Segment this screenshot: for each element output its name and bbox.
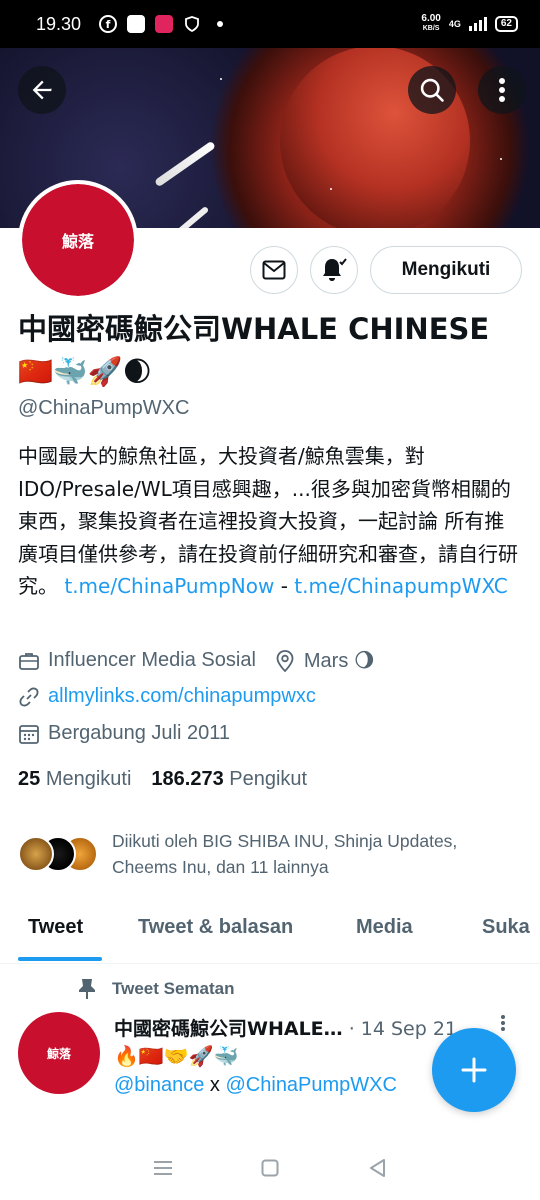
- more-vertical-icon: [499, 78, 505, 102]
- tweet-date: · 14 Sep 21: [348, 1018, 458, 1040]
- home-button[interactable]: [259, 1157, 281, 1179]
- banner-rocket-2: [174, 205, 210, 228]
- pinned-tweet-header: Tweet Sematan: [78, 978, 235, 1000]
- profile-join-date: Bergabung Juli 2011: [48, 722, 230, 744]
- display-name: 中國密碼鯨公司WHALE CHINESE: [18, 312, 490, 346]
- facebook-notification-icon: f: [99, 15, 118, 33]
- app-notification-icon-2: [155, 15, 174, 33]
- tweet-more-button[interactable]: [500, 1014, 506, 1038]
- system-navigation-bar: [0, 1136, 540, 1200]
- more-notifications-dot-icon: [217, 21, 224, 27]
- tweet-header: 中國密碼鯨公司WHALE… · 14 Sep 21: [114, 1014, 494, 1041]
- square-icon: [261, 1159, 279, 1177]
- status-time: 19.30: [36, 13, 82, 34]
- bio-separator: -: [274, 574, 295, 598]
- profile-meta-row-2: allmylinks.com/chinapumpwxc: [18, 685, 316, 708]
- system-back-button[interactable]: [366, 1157, 388, 1179]
- tweet-text: @binance x @ChinaPumpWXC: [114, 1074, 397, 1097]
- location-pin-icon: [274, 649, 296, 672]
- pin-icon: [79, 979, 95, 999]
- mail-icon: [262, 260, 286, 280]
- more-options-button[interactable]: [478, 66, 526, 114]
- plus-icon: [461, 1057, 487, 1083]
- username-handle: @ChinaPumpWXC: [18, 397, 190, 419]
- profile-category: Influencer Media Sosial: [48, 649, 256, 671]
- battery-icon: 62: [494, 16, 518, 32]
- tweet-emoji: 🔥🇨🇳🤝🚀🐳: [114, 1044, 239, 1068]
- calendar-icon: [18, 723, 40, 745]
- shield-icon: [183, 15, 201, 33]
- followers-link[interactable]: 186.273 Pengikut: [151, 768, 307, 790]
- banner-rocket: [154, 140, 216, 188]
- link-icon: [18, 686, 40, 708]
- avatar-logo-text: 鯨落: [43, 205, 113, 275]
- pinned-label: Tweet Sematan: [112, 979, 235, 998]
- following-button[interactable]: Mengikuti: [370, 246, 522, 294]
- tab-likes[interactable]: Suka: [482, 900, 530, 939]
- compose-tweet-button[interactable]: [432, 1028, 516, 1112]
- profile-tabs: Tweet Tweet & balasan Media Suka: [0, 900, 540, 964]
- followers-label: Pengikut: [229, 768, 308, 790]
- followed-by-row[interactable]: Diikuti oleh BIG SHIBA INU, Shinja Updat…: [18, 828, 512, 880]
- tweet-mention-chinapump[interactable]: @ChinaPumpWXC: [226, 1074, 397, 1096]
- network-speed: 6.00 KB/S: [421, 13, 441, 33]
- tweet-mention-binance[interactable]: @binance: [114, 1074, 204, 1096]
- menu-lines-icon: [154, 1161, 173, 1175]
- back-button[interactable]: [18, 66, 66, 114]
- profile-location: Mars 🌖: [303, 650, 375, 672]
- bell-plus-icon: [323, 258, 347, 281]
- tweet-author-name[interactable]: 中國密碼鯨公司WHALE…: [114, 1018, 343, 1040]
- display-name-emoji: 🇨🇳🐳🚀🌒: [18, 355, 152, 388]
- app-notification-icon: [127, 15, 146, 33]
- message-button[interactable]: [250, 246, 298, 294]
- follower-avatar: [18, 836, 54, 872]
- tab-tweets[interactable]: Tweet: [28, 900, 83, 939]
- profile-avatar[interactable]: 鯨落: [18, 180, 138, 300]
- bio-link-telegram-2[interactable]: t.me/ChinapumpWXC: [294, 574, 507, 598]
- bio-link-telegram-1[interactable]: t.me/ChinaPumpNow: [64, 574, 274, 598]
- profile-website-link[interactable]: allmylinks.com/chinapumpwxc: [48, 685, 316, 708]
- notification-button[interactable]: [310, 246, 358, 294]
- signal-icon: [468, 17, 487, 31]
- status-bar: 19.30 f 6.00 KB/S 4G 62: [0, 0, 540, 48]
- following-link[interactable]: 25 Mengikuti: [18, 768, 131, 790]
- network-type: 4G: [448, 19, 461, 29]
- profile-meta-row-1: Influencer Media Sosial Mars 🌖: [18, 648, 375, 673]
- briefcase-icon: [18, 650, 40, 672]
- profile-meta-row-3: Bergabung Juli 2011: [18, 722, 230, 745]
- following-label: Mengikuti: [45, 768, 132, 790]
- tab-media[interactable]: Media: [356, 900, 413, 939]
- followers-count: 186.273: [151, 768, 224, 790]
- more-vertical-icon: [501, 1015, 505, 1031]
- back-arrow-icon: [32, 80, 52, 100]
- search-button[interactable]: [408, 66, 456, 114]
- following-count: 25: [18, 768, 41, 790]
- tweet-connector: x: [204, 1074, 226, 1096]
- search-icon: [420, 78, 444, 102]
- triangle-back-icon: [369, 1159, 385, 1177]
- profile-bio: 中國最大的鯨魚社區，大投資者/鯨魚雲集，對IDO/Presale/WL項目感興趣…: [18, 440, 523, 603]
- recent-apps-button[interactable]: [152, 1157, 174, 1179]
- tab-tweets-replies[interactable]: Tweet & balasan: [138, 900, 293, 939]
- tweet-avatar-text: 鯨落: [35, 1029, 83, 1077]
- followed-by-text: Diikuti oleh BIG SHIBA INU, Shinja Updat…: [112, 831, 458, 877]
- follow-counts: 25 Mengikuti 186.273 Pengikut: [18, 768, 307, 791]
- tweet-author-avatar[interactable]: 鯨落: [18, 1012, 100, 1094]
- active-tab-indicator: [18, 957, 102, 961]
